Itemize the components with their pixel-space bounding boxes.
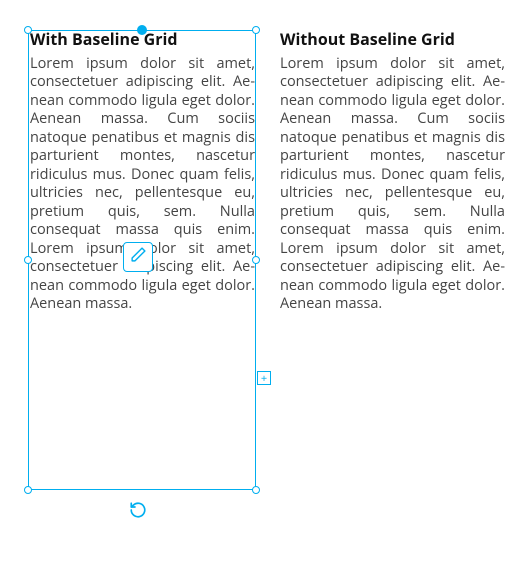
undo-icon (129, 501, 147, 524)
edit-content-button[interactable] (123, 242, 153, 272)
plus-icon: + (261, 373, 267, 384)
body-left: Lorem ipsum dolor sit amet, consectetuer… (30, 55, 255, 314)
design-canvas[interactable]: With Baseline Grid Lorem ipsum dolor sit… (0, 0, 530, 567)
selection-handle-bottom-left[interactable] (24, 486, 32, 494)
text-overflow-plus[interactable]: + (257, 371, 271, 385)
revert-button[interactable] (126, 500, 150, 524)
body-right: Lorem ipsum dolor sit amet, consectetuer… (280, 55, 505, 314)
text-frame-right[interactable]: Without Baseline Grid Lorem ipsum dolor … (280, 30, 505, 314)
pencil-icon (130, 246, 147, 268)
heading-left: With Baseline Grid (30, 30, 255, 49)
heading-right: Without Baseline Grid (280, 30, 505, 49)
selection-handle-bottom-right[interactable] (252, 486, 260, 494)
